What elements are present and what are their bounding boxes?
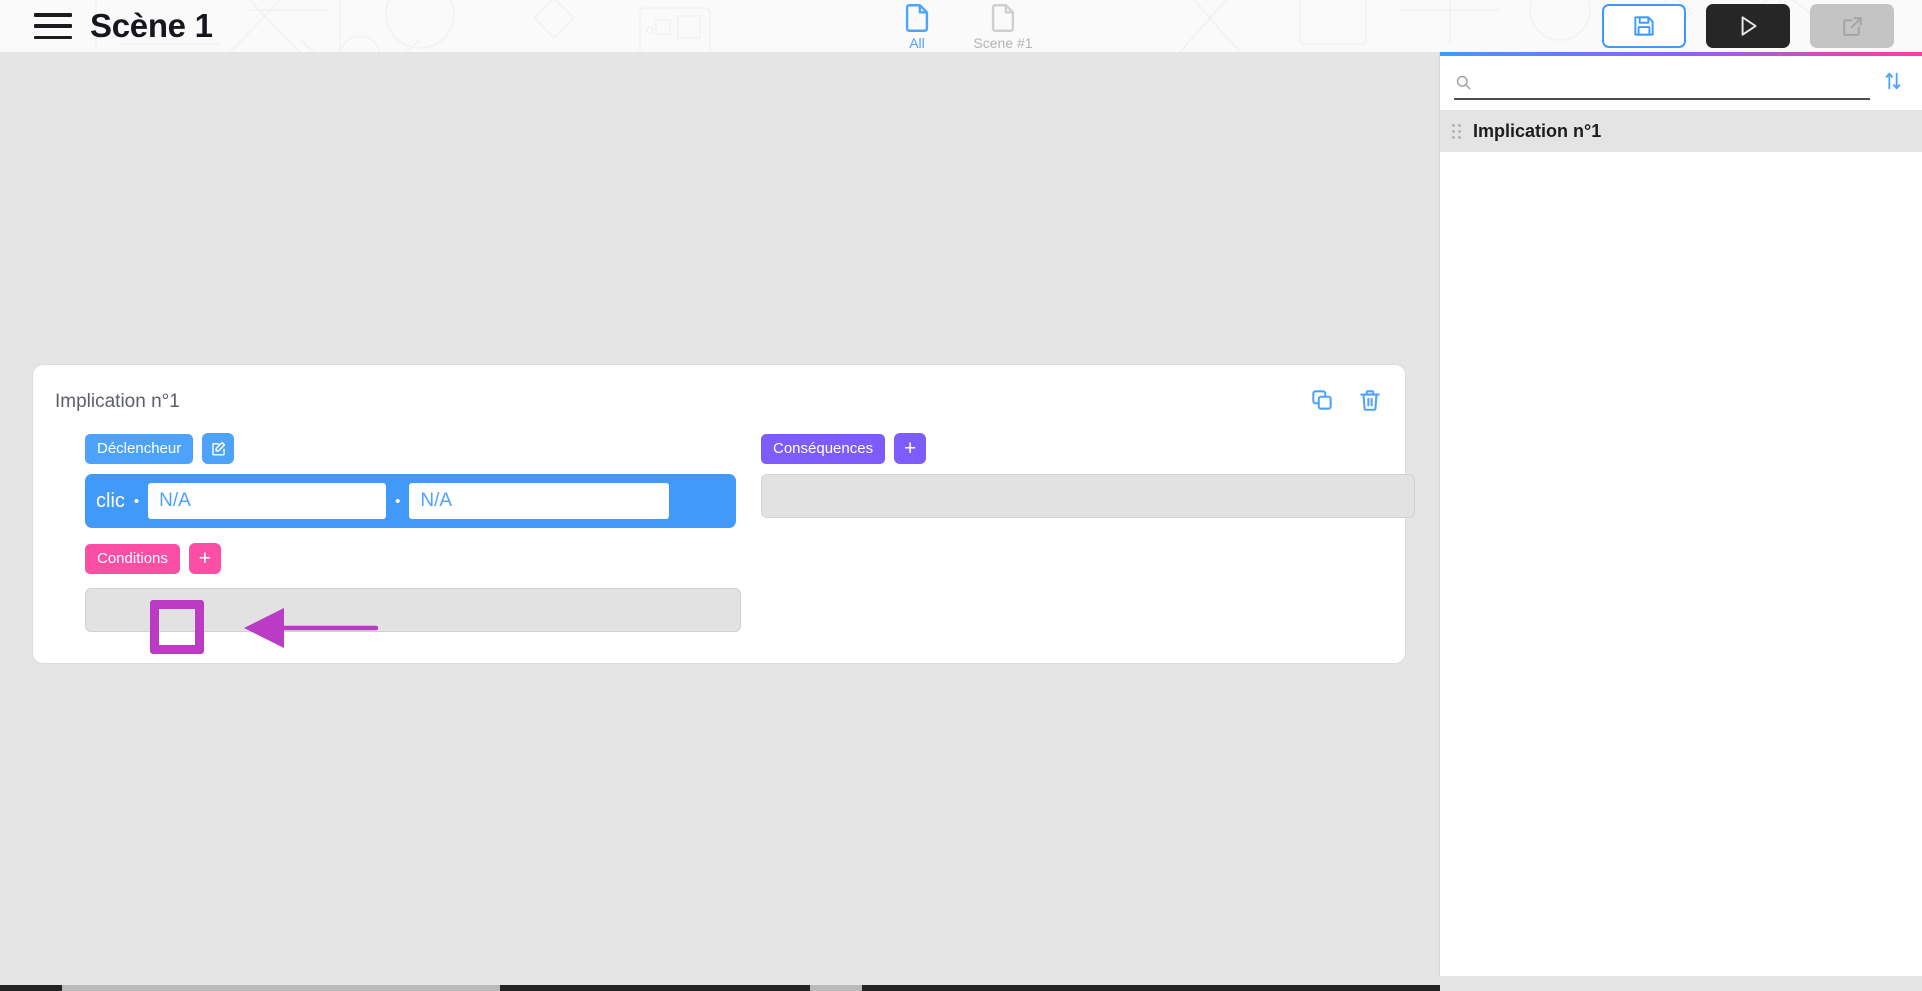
list-item[interactable]: Implication n°1 xyxy=(1440,110,1922,152)
tab-all[interactable]: All xyxy=(886,0,948,51)
pencil-square-icon xyxy=(211,441,225,456)
trigger-field-1[interactable]: N/A xyxy=(148,483,387,519)
delete-button[interactable] xyxy=(1357,387,1383,418)
bottom-bar xyxy=(0,976,1922,991)
tab-all-label: All xyxy=(909,35,925,51)
card-title: Implication n°1 xyxy=(55,391,180,412)
consequences-badge: Conséquences xyxy=(761,433,886,464)
conditions-section: Conditions + xyxy=(85,543,741,632)
tab-scene-1-label: Scene #1 xyxy=(973,35,1033,51)
horizontal-scrollbar[interactable] xyxy=(0,985,1440,991)
consequences-dropzone[interactable] xyxy=(761,474,1415,518)
consequences-add-button[interactable]: + xyxy=(894,433,927,464)
list-item-label: Implication n°1 xyxy=(1473,120,1602,141)
implications-panel: Implication n°1 xyxy=(1439,52,1922,976)
header-left-group: Scène 1 xyxy=(0,7,213,45)
trigger-header: Déclencheur xyxy=(85,433,736,464)
consequences-header: Conséquences + xyxy=(761,433,1415,464)
trigger-section: Déclencheur clic • N/A • N/A xyxy=(85,433,736,528)
search-icon xyxy=(1456,75,1471,90)
conditions-add-button[interactable]: + xyxy=(188,543,221,574)
drag-handle-icon[interactable] xyxy=(1452,123,1461,139)
panel-search-row xyxy=(1440,56,1922,110)
scroll-thumb-3[interactable] xyxy=(862,985,1440,991)
header-actions xyxy=(1602,4,1894,48)
export-button[interactable] xyxy=(1810,4,1894,48)
trigger-field-2[interactable]: N/A xyxy=(409,483,670,519)
hamburger-icon[interactable] xyxy=(34,13,72,39)
trigger-separator-1: • xyxy=(133,492,140,510)
document-icon xyxy=(991,4,1015,32)
play-button[interactable] xyxy=(1706,4,1790,48)
page-title: Scène 1 xyxy=(90,7,213,44)
trigger-row: clic • N/A • N/A xyxy=(85,474,736,528)
app-header: Scène 1 All Scene #1 xyxy=(0,0,1922,52)
sort-arrows-icon xyxy=(1885,72,1901,89)
sort-button[interactable] xyxy=(1880,69,1906,98)
trigger-badge: Déclencheur xyxy=(85,433,194,464)
scroll-thumb-2[interactable] xyxy=(500,985,810,991)
play-triangle-icon xyxy=(1741,16,1757,36)
implication-card: Implication n°1 Déclencheur clic • N/A •… xyxy=(32,364,1415,664)
card-actions xyxy=(1309,387,1383,418)
external-link-icon xyxy=(1842,16,1862,36)
trash-icon xyxy=(1360,390,1380,411)
conditions-header: Conditions + xyxy=(85,543,741,574)
tab-scene-1[interactable]: Scene #1 xyxy=(972,0,1034,51)
save-button[interactable] xyxy=(1602,4,1686,48)
conditions-dropzone[interactable] xyxy=(85,588,741,632)
trigger-separator-2: • xyxy=(395,492,401,510)
search-input[interactable] xyxy=(1480,73,1870,91)
scroll-thumb-1[interactable] xyxy=(0,985,62,991)
floppy-disk-icon xyxy=(1634,16,1654,36)
editor-canvas[interactable]: Implication n°1 Déclencheur clic • N/A •… xyxy=(0,52,1439,976)
consequences-section: Conséquences + xyxy=(761,433,1415,518)
document-icon xyxy=(905,4,929,32)
app-root: Scène 1 All Scene #1 Implication n°1 Déc… xyxy=(0,0,1922,991)
trigger-verb: clic xyxy=(96,489,125,512)
search-wrap xyxy=(1454,66,1870,100)
duplicate-button[interactable] xyxy=(1309,387,1335,418)
copy-icon xyxy=(1312,390,1332,410)
conditions-badge: Conditions xyxy=(85,543,180,574)
scene-tabs: All Scene #1 xyxy=(886,0,1034,52)
trigger-edit-button[interactable] xyxy=(202,433,235,464)
